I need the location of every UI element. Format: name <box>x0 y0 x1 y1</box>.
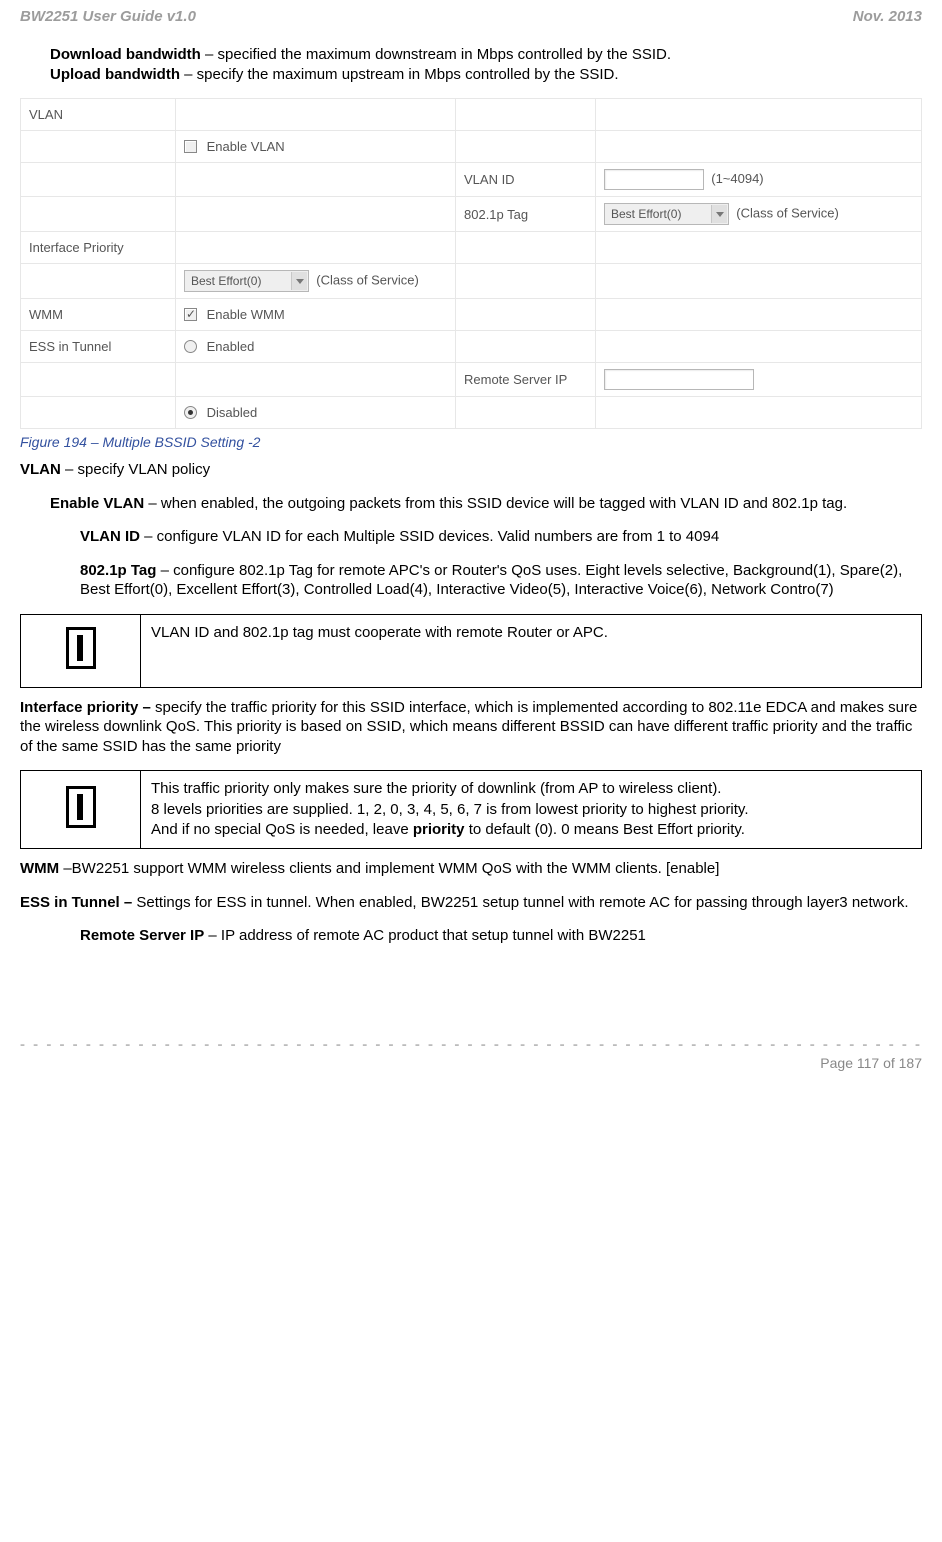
8021p-term: 802.1p Tag <box>80 562 156 579</box>
iface-cos-text: (Class of Service) <box>316 272 419 287</box>
enable-vlan-desc: Enable VLAN – when enabled, the outgoing… <box>50 494 922 514</box>
header-left: BW2251 User Guide v1.0 <box>20 8 196 25</box>
wmm-desc: WMM –BW2251 support WMM wireless clients… <box>20 859 922 879</box>
iface-priority-term: Interface priority – <box>20 699 155 716</box>
8021p-text: – configure 802.1p Tag for remote APC's … <box>80 562 902 599</box>
enable-vlan-checkbox[interactable] <box>184 140 197 153</box>
note2-line1: This traffic priority only makes sure th… <box>151 780 721 797</box>
note1-text: VLAN ID and 802.1p tag must cooperate wi… <box>141 614 922 687</box>
note2-line3b: priority <box>413 821 465 838</box>
upload-bandwidth-text: – specify the maximum upstream in Mbps c… <box>180 66 619 83</box>
iface-priority-select[interactable]: Best Effort(0) <box>184 270 309 292</box>
remote-ip-text: – IP address of remote AC product that s… <box>204 927 646 944</box>
remote-ip-label: Remote Server IP <box>456 363 596 397</box>
iface-priority-text: specify the traffic priority for this SS… <box>20 699 917 755</box>
ess-disabled-label: Disabled <box>207 405 258 420</box>
chevron-down-icon <box>711 205 727 223</box>
download-bandwidth-term: Download bandwidth <box>50 46 201 63</box>
info-icon <box>66 786 96 828</box>
wmm-term: WMM <box>20 860 63 877</box>
note2-line2: 8 levels priorities are supplied. 1, 2, … <box>151 801 749 818</box>
chevron-down-icon <box>291 272 307 290</box>
vlan-text: – specify VLAN policy <box>65 461 210 478</box>
download-bandwidth-text: – specified the maximum downstream in Mb… <box>201 46 671 63</box>
figure-caption: Figure 194 – Multiple BSSID Setting -2 <box>20 434 922 450</box>
iface-priority-desc: Interface priority – specify the traffic… <box>20 698 922 757</box>
ess-enabled-label: Enabled <box>207 339 255 354</box>
remote-ip-input[interactable] <box>604 369 754 390</box>
ess-term: ESS in Tunnel – <box>20 894 136 911</box>
wmm-text: –BW2251 support WMM wireless clients and… <box>63 860 719 877</box>
vlan-id-desc: VLAN ID – configure VLAN ID for each Mul… <box>80 527 922 547</box>
8021p-tag-label: 802.1p Tag <box>456 197 596 232</box>
note2-line3a: And if no special QoS is needed, leave <box>151 821 413 838</box>
info-icon-cell <box>21 771 141 849</box>
note-box-2: This traffic priority only makes sure th… <box>20 770 922 849</box>
header-right: Nov. 2013 <box>853 8 922 25</box>
ess-enabled-radio[interactable] <box>184 340 197 353</box>
enable-vlan-term: Enable VLAN <box>50 495 144 512</box>
8021p-tag-value: Best Effort(0) <box>611 207 681 221</box>
ess-text: Settings for ESS in tunnel. When enabled… <box>136 894 908 911</box>
page-header: BW2251 User Guide v1.0 Nov. 2013 <box>20 0 922 45</box>
footer-divider: - - - - - - - - - - - - - - - - - - - - … <box>20 1036 922 1053</box>
vlan-desc: VLAN – specify VLAN policy <box>20 460 922 480</box>
note2-line3c: to default (0). 0 means Best Effort prio… <box>465 821 745 838</box>
page-number: Page 117 of 187 <box>20 1055 922 1071</box>
vlan-id-text: – configure VLAN ID for each Multiple SS… <box>140 528 719 545</box>
8021p-tag-select[interactable]: Best Effort(0) <box>604 203 729 225</box>
vlan-row-label: VLAN <box>21 99 176 131</box>
vlan-id-label: VLAN ID <box>456 163 596 197</box>
remote-ip-term: Remote Server IP <box>80 927 204 944</box>
info-icon-cell <box>21 614 141 687</box>
vlan-id-term: VLAN ID <box>80 528 140 545</box>
8021p-cos-text: (Class of Service) <box>736 205 839 220</box>
enable-vlan-text: – when enabled, the outgoing packets fro… <box>144 495 847 512</box>
settings-form-table: VLAN Enable VLAN VLAN ID (1~4094) 802.1p… <box>20 98 922 429</box>
note2-text: This traffic priority only makes sure th… <box>141 771 922 849</box>
enable-wmm-checkbox[interactable] <box>184 308 197 321</box>
download-bandwidth-desc: Download bandwidth – specified the maxim… <box>50 45 922 84</box>
note-box-1: VLAN ID and 802.1p tag must cooperate wi… <box>20 614 922 688</box>
vlan-range-text: (1~4094) <box>711 171 763 186</box>
vlan-term: VLAN <box>20 461 65 478</box>
ess-desc: ESS in Tunnel – Settings for ESS in tunn… <box>20 893 922 913</box>
info-icon <box>66 627 96 669</box>
upload-bandwidth-term: Upload bandwidth <box>50 66 180 83</box>
remote-ip-desc: Remote Server IP – IP address of remote … <box>80 926 922 946</box>
iface-priority-value: Best Effort(0) <box>191 274 261 288</box>
enable-vlan-label: Enable VLAN <box>207 139 285 154</box>
enable-wmm-label: Enable WMM <box>207 307 285 322</box>
8021p-desc: 802.1p Tag – configure 802.1p Tag for re… <box>80 561 922 600</box>
wmm-row-label: WMM <box>21 299 176 331</box>
iface-priority-row-label: Interface Priority <box>21 232 176 264</box>
ess-row-label: ESS in Tunnel <box>21 331 176 363</box>
vlan-id-input[interactable] <box>604 169 704 190</box>
ess-disabled-radio[interactable] <box>184 406 197 419</box>
